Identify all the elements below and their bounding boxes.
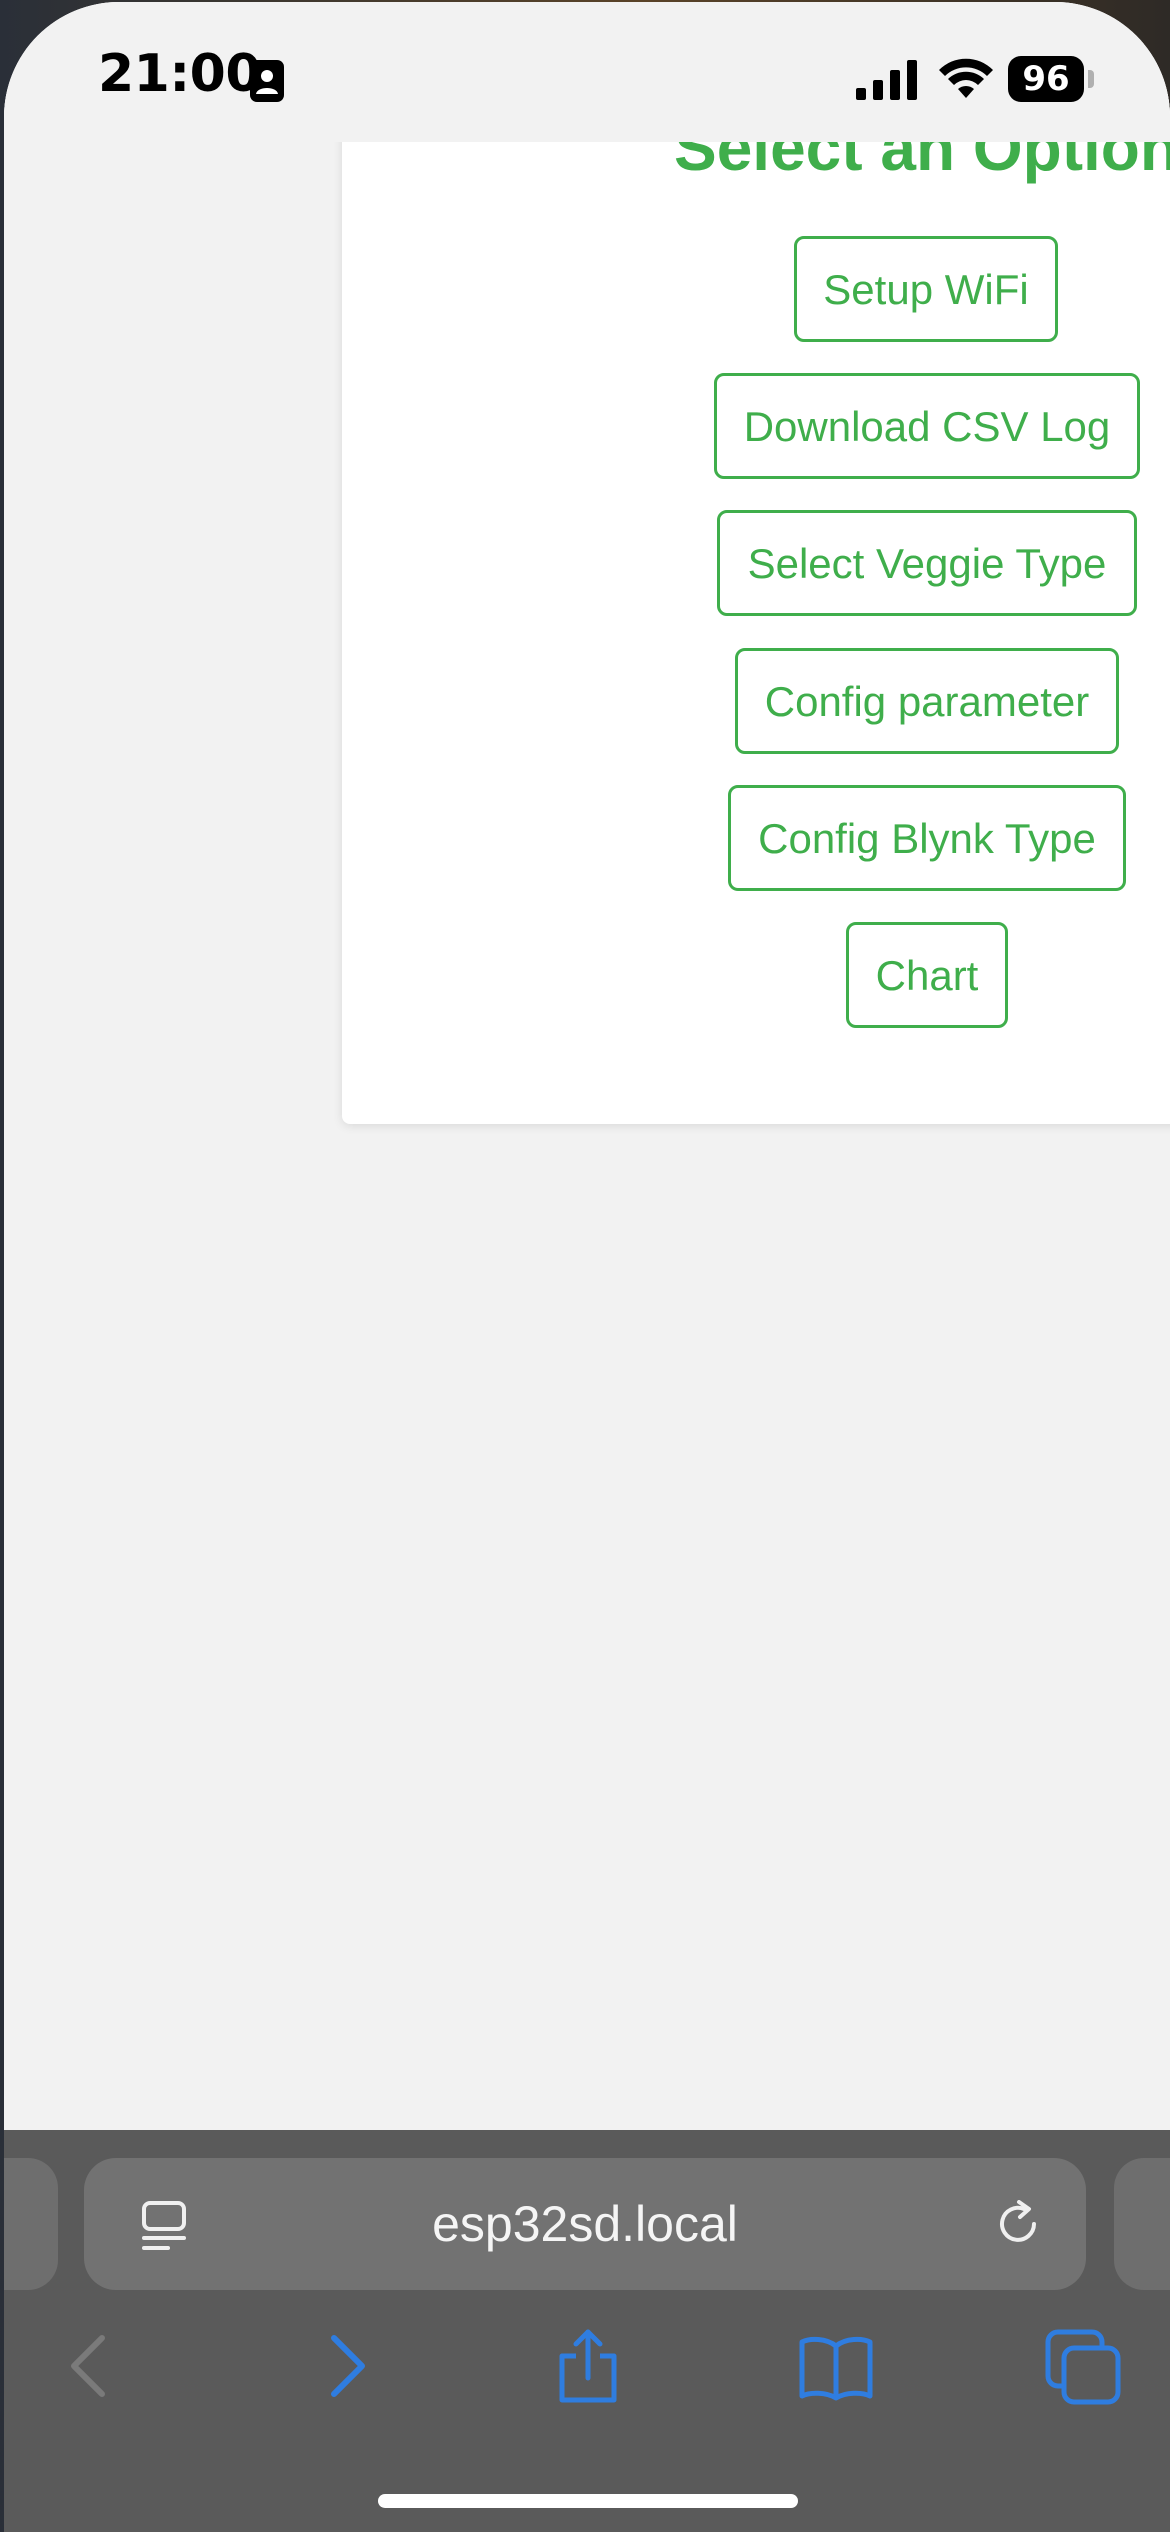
chart-button[interactable]: Chart: [846, 922, 1008, 1028]
options-card: Select an Option Setup WiFi Download CSV…: [342, 42, 1170, 1124]
bookmarks-icon[interactable]: [796, 2326, 876, 2406]
battery-cap: [1088, 70, 1094, 88]
contact-card-icon: [250, 60, 284, 102]
cellular-signal-icon: [856, 60, 917, 100]
tabs-icon[interactable]: [1044, 2326, 1124, 2406]
battery-level: 96: [1008, 56, 1084, 102]
select-veggie-type-button[interactable]: Select Veggie Type: [717, 510, 1137, 616]
phone-screen: Select an Option Setup WiFi Download CSV…: [4, 2, 1170, 2532]
forward-icon[interactable]: [304, 2326, 384, 2406]
home-indicator[interactable]: [378, 2494, 798, 2508]
wifi-icon: [939, 58, 993, 98]
config-parameter-button[interactable]: Config parameter: [735, 648, 1119, 754]
download-csv-log-button[interactable]: Download CSV Log: [714, 373, 1140, 479]
previous-tab-peek[interactable]: [4, 2158, 58, 2290]
address-bar[interactable]: esp32sd.local: [84, 2158, 1086, 2290]
config-blynk-type-button[interactable]: Config Blynk Type: [728, 785, 1126, 891]
status-bar: 21:00 96: [4, 2, 1170, 142]
back-icon[interactable]: [52, 2326, 132, 2406]
reload-icon[interactable]: [994, 2200, 1044, 2250]
url-text[interactable]: esp32sd.local: [84, 2158, 1086, 2290]
next-tab-peek[interactable]: [1114, 2158, 1170, 2290]
web-page: Select an Option Setup WiFi Download CSV…: [4, 2, 1170, 2130]
browser-bottom-bar: esp32sd.local: [4, 2130, 1170, 2532]
battery-icon: 96: [1008, 56, 1094, 102]
status-time: 21:00: [98, 44, 262, 104]
setup-wifi-button[interactable]: Setup WiFi: [794, 236, 1058, 342]
share-icon[interactable]: [548, 2326, 628, 2406]
